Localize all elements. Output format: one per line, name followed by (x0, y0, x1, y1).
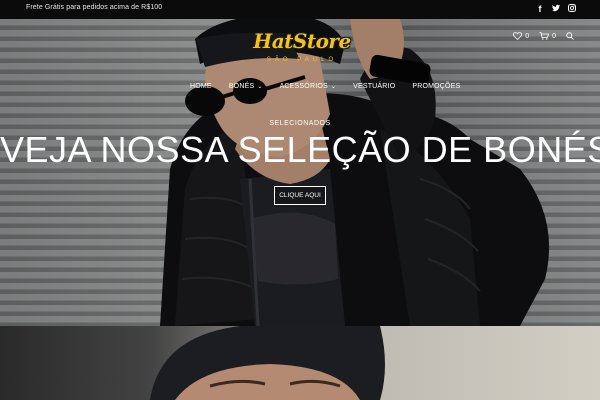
nav-item-label: HOME (190, 83, 212, 90)
top-announcement-bar: Frete Grátis para pedidos acima de R$100… (0, 0, 600, 19)
free-shipping-text: Frete Grátis para pedidos acima de R$100 (26, 4, 163, 11)
store-logo[interactable]: HatStore SÃO PAULO (252, 27, 352, 75)
twitter-icon[interactable] (552, 4, 560, 14)
second-banner (0, 326, 600, 400)
heart-icon (513, 32, 523, 40)
nav-item-label: PROMOÇÕES (412, 83, 461, 90)
logo-title: HatStore (253, 29, 351, 53)
cart-count: 0 (552, 32, 556, 40)
social-links: f (536, 4, 576, 14)
wishlist-count: 0 (525, 32, 530, 40)
hero-kicker: SELECIONADOS (269, 120, 331, 127)
nav-item-home[interactable]: HOME (190, 83, 212, 90)
nav-item-bones[interactable]: BONÉS ⌄ (229, 83, 263, 90)
cart-link[interactable]: 0 (539, 32, 556, 40)
nav-item-vestuario[interactable]: VESTUÁRIO (353, 83, 395, 90)
nav-item-label: BONÉS (228, 83, 255, 90)
chevron-down-icon: ⌄ (257, 84, 263, 90)
header-actions: 0 0 (513, 32, 574, 40)
nav-item-acessorios[interactable]: ACESSÓRIOS ⌄ (280, 83, 337, 90)
logo-subtitle: SÃO PAULO (266, 57, 338, 63)
search-button[interactable] (566, 32, 574, 40)
second-banner-photo (150, 326, 385, 400)
instagram-icon[interactable] (568, 4, 576, 14)
chevron-down-icon: ⌄ (330, 84, 337, 90)
wishlist-link[interactable]: 0 (513, 32, 529, 40)
main-navigation: HOME BONÉS ⌄ ACESSÓRIOS ⌄ VESTUÁRIO PROM… (190, 83, 477, 90)
hero-cta-button[interactable]: CLIQUE AQUI (274, 186, 326, 205)
hero-title: VEJA NOSSA SELEÇÃO DE BONÉS (0, 129, 600, 170)
nav-item-label: ACESSÓRIOS (279, 83, 328, 90)
nav-item-promocoes[interactable]: PROMOÇÕES (412, 83, 460, 90)
cart-icon (539, 32, 550, 40)
facebook-icon[interactable]: f (536, 4, 544, 14)
search-icon (566, 32, 574, 40)
hero-banner: HatStore SÃO PAULO 0 0 HOME BONÉS ⌄ ACES… (0, 19, 600, 326)
nav-item-label: VESTUÁRIO (353, 83, 396, 90)
